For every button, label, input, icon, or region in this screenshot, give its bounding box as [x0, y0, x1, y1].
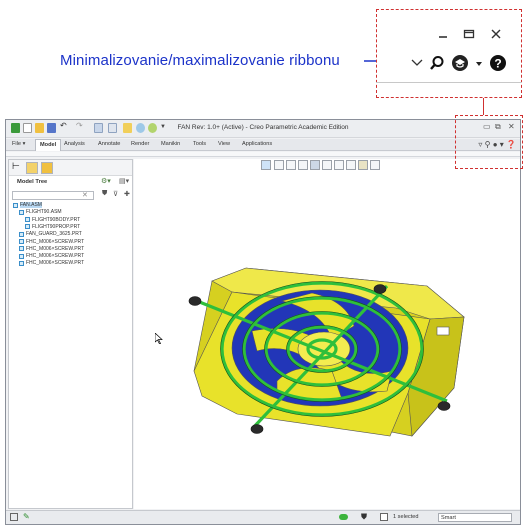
minimize-icon[interactable]	[437, 27, 449, 44]
svg-text:?: ?	[494, 57, 501, 71]
window-title: FAN Rev: 1.0+ (Active) - Creo Parametric…	[177, 124, 349, 131]
tab-file[interactable]: File ▾	[12, 141, 25, 147]
highlight-box	[455, 115, 523, 169]
ribbon-collapsed	[6, 152, 520, 157]
filter-icon[interactable]: ⊽	[113, 190, 118, 198]
selection-filter-select[interactable]: Smart	[438, 513, 512, 522]
display-style-icon[interactable]	[310, 160, 320, 170]
navigator-panel: ⊢ Model Tree ⚙▾ ▤▾ ✕ ⛊ ⊽ ✚ FAN.ASM FLIGHT…	[8, 159, 133, 509]
folder-browser-tab-icon[interactable]	[26, 162, 38, 174]
add-column-icon[interactable]: ✚	[124, 190, 130, 198]
tree-item[interactable]: FLIGHT90PROP.PRT	[25, 224, 80, 231]
view-manager-icon[interactable]	[334, 160, 344, 170]
community-icon[interactable]	[451, 54, 469, 76]
part-icon	[19, 239, 24, 244]
tree-item[interactable]: FAN.ASM	[13, 202, 42, 209]
tree-item[interactable]: FAN_GUARD_3625.PRT	[19, 231, 82, 238]
part-icon	[25, 224, 30, 230]
dropdown-arrow-icon[interactable]	[475, 56, 483, 73]
help-icon[interactable]: ?	[489, 54, 507, 76]
close-icon[interactable]	[490, 27, 502, 44]
regen-status-icon	[339, 514, 348, 520]
ribbon-tab-bar: File ▾ Model Analysis Annotate Render Ma…	[6, 139, 520, 151]
perspective-icon[interactable]	[346, 160, 356, 170]
assembly-icon	[19, 209, 24, 215]
part-icon	[19, 246, 24, 252]
find-status-icon[interactable]: ⛊	[361, 512, 367, 522]
tab-view[interactable]: View	[218, 141, 230, 147]
annotation-display-icon[interactable]	[370, 160, 380, 170]
zoom-callout-box: ?	[376, 9, 522, 98]
clear-search-icon[interactable]: ✕	[82, 191, 88, 199]
tab-render[interactable]: Render	[131, 141, 149, 147]
repaint-icon[interactable]	[298, 160, 308, 170]
model-tree-header: Model Tree ⚙▾ ▤▾	[9, 176, 132, 190]
ribbon-toggle-icon[interactable]	[410, 56, 424, 73]
part-icon	[19, 253, 24, 259]
tree-item-label: FHC_M006×SCREW.PRT	[26, 238, 85, 245]
creo-window: ↶ ↷ ▼ FAN Rev: 1.0+ (Active) - Creo Para…	[5, 119, 521, 525]
part-icon	[19, 260, 24, 266]
tree-item-label: FLIGHT90PROP.PRT	[32, 223, 81, 230]
selected-count: 1 selected	[393, 514, 419, 520]
tab-analysis[interactable]: Analysis	[64, 141, 85, 147]
tree-item[interactable]: FHC_M006×SCREW.PRT	[19, 246, 84, 253]
tree-item-label: FLIGHT90BODY.PRT	[32, 216, 81, 223]
refit-icon[interactable]	[261, 160, 271, 170]
find-icon[interactable]: ⛊	[102, 190, 107, 198]
zoom-out-icon[interactable]	[286, 160, 296, 170]
part-icon	[25, 217, 30, 223]
tree-item[interactable]: FHC_M006×SCREW.PRT	[19, 239, 84, 246]
tree-item[interactable]: FHC_M006×SCREW.PRT	[19, 253, 84, 260]
layout-icon[interactable]	[10, 513, 18, 521]
tree-item-label: FLIGHT90.ASM	[26, 209, 62, 216]
tab-manikin[interactable]: Manikin	[161, 141, 180, 147]
fan-assembly-model	[188, 267, 465, 437]
title-bar: ↶ ↷ ▼ FAN Rev: 1.0+ (Active) - Creo Para…	[6, 120, 520, 138]
zoom-divider	[376, 82, 522, 83]
assembly-icon	[13, 202, 18, 208]
message-log-icon[interactable]: ✎	[23, 512, 30, 521]
annotation-label: Minimalizovanie/maximalizovanie ribbonu	[60, 52, 340, 69]
tree-item-label: FHC_M006×SCREW.PRT	[26, 260, 85, 267]
tree-item[interactable]: FHC_M006×SCREW.PRT	[19, 260, 84, 267]
favorites-tab-icon[interactable]	[41, 162, 53, 174]
graphics-window[interactable]	[134, 159, 520, 509]
tree-settings-icon[interactable]: ⚙▾	[101, 177, 111, 185]
tree-show-icon[interactable]: ▤▾	[119, 177, 129, 185]
tab-tools[interactable]: Tools	[193, 141, 206, 147]
tree-item-label: FAN.ASM	[20, 202, 42, 208]
model-tree-title: Model Tree	[17, 179, 48, 185]
saved-orientations-icon[interactable]	[322, 160, 332, 170]
part-icon	[19, 231, 24, 237]
tree-item-label: FAN_GUARD_3625.PRT	[26, 231, 82, 238]
zoom-in-icon[interactable]	[274, 160, 284, 170]
status-bar: ✎ ⛊ 1 selected Smart	[6, 510, 520, 524]
tree-item-label: FHC_M006×SCREW.PRT	[26, 245, 85, 252]
tree-item[interactable]: FLIGHT90.ASM	[19, 209, 62, 216]
datum-display-icon[interactable]	[358, 160, 368, 170]
navigator-tabs: ⊢	[9, 160, 132, 176]
mouse-cursor-icon	[155, 333, 163, 344]
tab-annotate[interactable]: Annotate	[98, 141, 120, 147]
callout-connector	[483, 98, 484, 115]
selection-icon[interactable]	[380, 513, 388, 521]
tab-applications[interactable]: Applications	[242, 141, 272, 147]
tree-item-label: FHC_M006×SCREW.PRT	[26, 253, 85, 260]
tab-model[interactable]: Model	[35, 139, 62, 151]
model-tree-tab-icon[interactable]: ⊢	[12, 161, 24, 173]
restore-icon[interactable]	[463, 27, 475, 44]
tree-item[interactable]: FLIGHT90BODY.PRT	[25, 217, 80, 224]
search-icon[interactable]	[429, 55, 445, 75]
